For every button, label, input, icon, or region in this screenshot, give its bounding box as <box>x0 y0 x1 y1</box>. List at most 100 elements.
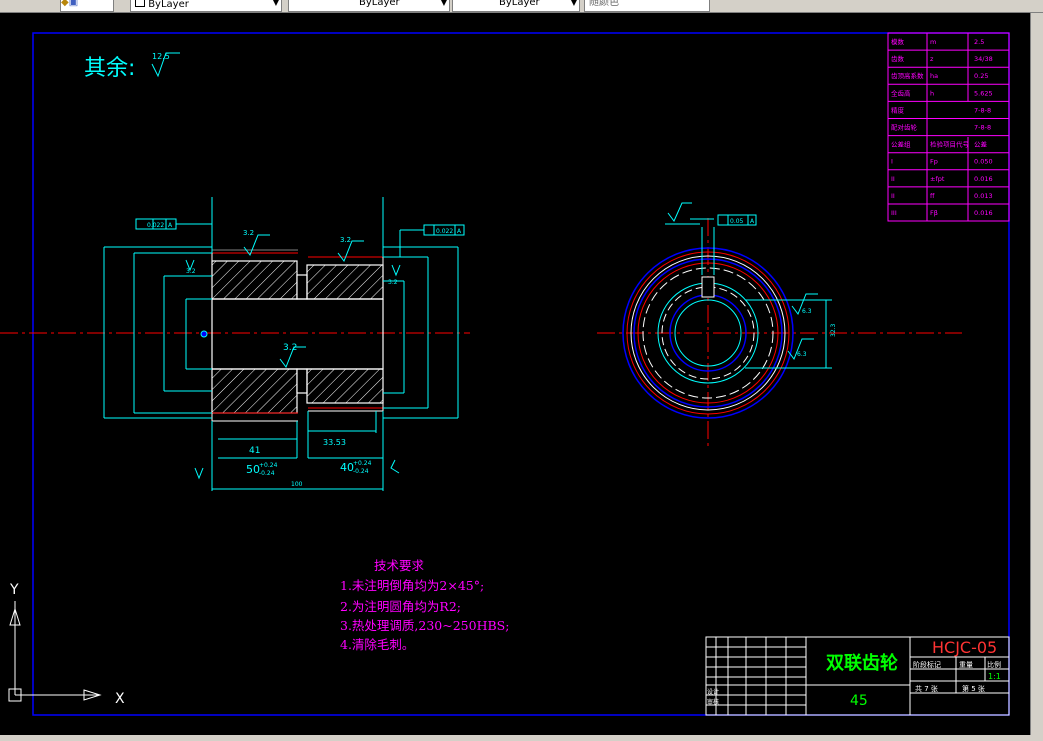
param-symbol: ha <box>930 72 938 80</box>
stage-label: 阶段标记 <box>913 660 941 669</box>
material: 45 <box>850 693 868 709</box>
properties-toolbar: ◆▣ ByLayer ▼ ByLayer ▼ ByLayer ▼ 随颜色 <box>0 0 1043 13</box>
title-block-texts: 双联齿轮 HCJC-05 45 阶段标记 重量 比例 1:1 共 7 张 第 5… <box>707 638 1001 709</box>
param-symbol: ff <box>930 192 935 200</box>
chevron-down-icon: ▼ <box>570 0 577 7</box>
param-symbol: m <box>930 38 936 46</box>
sheet-number: 第 5 张 <box>962 684 985 693</box>
side-view-dimensions <box>665 202 832 369</box>
front-view-dim-texts: 41 50 +0.24 -0.24 33.53 40 +0.24 -0.24 1… <box>147 222 462 488</box>
param-symbol: h <box>930 89 934 97</box>
ucs-icon <box>8 601 102 702</box>
param-name: 全齿高 <box>891 88 911 97</box>
param-name: 配对齿轮 <box>891 123 918 132</box>
chevron-down-icon: ▼ <box>440 0 447 7</box>
param-value: 7-8-8 <box>974 106 991 114</box>
layer-state-icon: ▣ <box>68 0 79 8</box>
layer-icon: ◆ <box>61 0 69 8</box>
dim-50: 50 <box>246 463 260 476</box>
param-symbol: Fβ <box>930 209 938 217</box>
param-name: II <box>891 192 895 200</box>
param-name: 齿数 <box>891 54 905 63</box>
sheet-total: 共 7 张 <box>915 684 938 693</box>
param-symbol: 检验项目代号 <box>930 140 970 149</box>
roughness-top-right-value: 3.2 <box>340 236 351 244</box>
runout-left-ref: A <box>168 222 173 229</box>
drawing-frame <box>32 32 1010 716</box>
dim-40-tol-lower: -0.24 <box>353 468 369 475</box>
param-name: 公差组 <box>891 140 911 149</box>
dim-40: 40 <box>340 461 354 474</box>
param-name: II <box>891 175 895 183</box>
param-name: I <box>891 158 893 166</box>
runout-right-value: 0.022 <box>436 228 453 235</box>
weight-label: 重量 <box>959 661 973 669</box>
symmetry-value: 0.05 <box>730 218 744 225</box>
roughness-symbol-general: 12.5 <box>151 52 180 78</box>
tech-requirement-2: 2.为注明圆角均为R2; <box>340 599 462 614</box>
param-name: 精度 <box>891 105 905 114</box>
param-value: 0.25 <box>974 72 988 80</box>
roughness-right-value: 3.2 <box>388 279 398 286</box>
param-name: 齿顶高系数 <box>891 71 924 80</box>
param-symbol: Fp <box>930 158 938 166</box>
color-control-dropdown[interactable]: ByLayer ▼ <box>130 0 282 12</box>
param-value: 公差 <box>974 140 988 149</box>
param-name: 模数 <box>891 37 905 46</box>
runout-left-value: 0.022 <box>147 222 164 229</box>
param-value: 5.625 <box>974 89 993 97</box>
vertical-scrollbar[interactable] <box>1030 13 1043 735</box>
dim-50-tol-upper: +0.24 <box>259 462 278 469</box>
toolbar-icon-group[interactable]: ◆▣ <box>60 0 114 12</box>
dim-100: 100 <box>291 481 303 488</box>
plotstyle-control-value: 随颜色 <box>589 0 619 8</box>
ucs-x-label: X <box>115 691 125 707</box>
row-review-label: 审核 <box>707 698 719 706</box>
roughness-side-value: 6.3 <box>797 351 807 358</box>
chevron-down-icon: ▼ <box>272 0 279 7</box>
keyway-width-value: 6.3 <box>802 308 812 315</box>
param-value: 0.050 <box>974 158 993 166</box>
drawing-canvas[interactable]: 其余: 12.5 41 50 +0.24 -0.24 33.53 40 +0.2… <box>0 13 1030 735</box>
plotstyle-control-dropdown[interactable]: 随颜色 <box>584 0 710 12</box>
roughness-middle-value: 3.2 <box>283 343 297 353</box>
param-value: 2.5 <box>974 38 984 46</box>
part-name: 双联齿轮 <box>826 652 898 674</box>
dim-33-53: 33.53 <box>323 438 346 447</box>
lineweight-control-value: ByLayer <box>499 0 540 8</box>
dim-40-tol-upper: +0.24 <box>353 460 372 467</box>
cad-drawing: 其余: 12.5 41 50 +0.24 -0.24 33.53 40 +0.2… <box>0 32 1010 716</box>
scale-label: 比例 <box>987 660 1001 669</box>
ucs-y-label: Y <box>9 582 19 598</box>
param-value: 0.016 <box>974 209 993 217</box>
tech-requirements-heading: 技术要求 <box>374 558 425 573</box>
param-symbol: z <box>930 55 934 63</box>
keyway-depth-value: 32.3 <box>830 323 837 337</box>
color-control-value: ByLayer <box>148 0 189 10</box>
runout-right-ref: A <box>457 228 462 235</box>
surface-note-label: 其余: <box>84 56 135 81</box>
roughness-top-left-value: 3.2 <box>243 229 254 237</box>
gear-parameter-rows: 模数 m 2.5 齿数 z 34/38 齿顶高系数 ha 0.25 全齿高 h 5.625 精度 7-8-… <box>888 37 1009 217</box>
param-value: 0.016 <box>974 175 993 183</box>
color-swatch-icon <box>135 0 145 7</box>
tech-requirement-1: 1.未注明倒角均为2×45°; <box>340 578 485 593</box>
gear-section-view <box>200 249 384 422</box>
roughness-left-value: 3.2 <box>186 268 196 275</box>
symmetry-ref: A <box>750 218 755 225</box>
lineweight-control-dropdown[interactable]: ByLayer ▼ <box>452 0 580 12</box>
param-value: 34/38 <box>974 55 993 63</box>
scale-value: 1:1 <box>988 672 1001 681</box>
param-value: 0.013 <box>974 192 993 200</box>
linetype-control-value: ByLayer <box>359 0 400 8</box>
param-value: 7-8-8 <box>974 124 991 132</box>
dim-41: 41 <box>249 446 260 456</box>
row-design-label: 设计 <box>707 688 719 696</box>
horizontal-scrollbar[interactable] <box>0 735 1043 741</box>
roughness-general-value: 12.5 <box>152 52 170 61</box>
linetype-control-dropdown[interactable]: ByLayer ▼ <box>288 0 450 12</box>
param-name: III <box>891 209 897 217</box>
param-symbol: ±fpt <box>930 175 945 183</box>
tech-requirement-3: 3.热处理调质,230~250HBS; <box>340 618 510 633</box>
tech-requirement-4: 4.清除毛刺。 <box>340 637 415 652</box>
